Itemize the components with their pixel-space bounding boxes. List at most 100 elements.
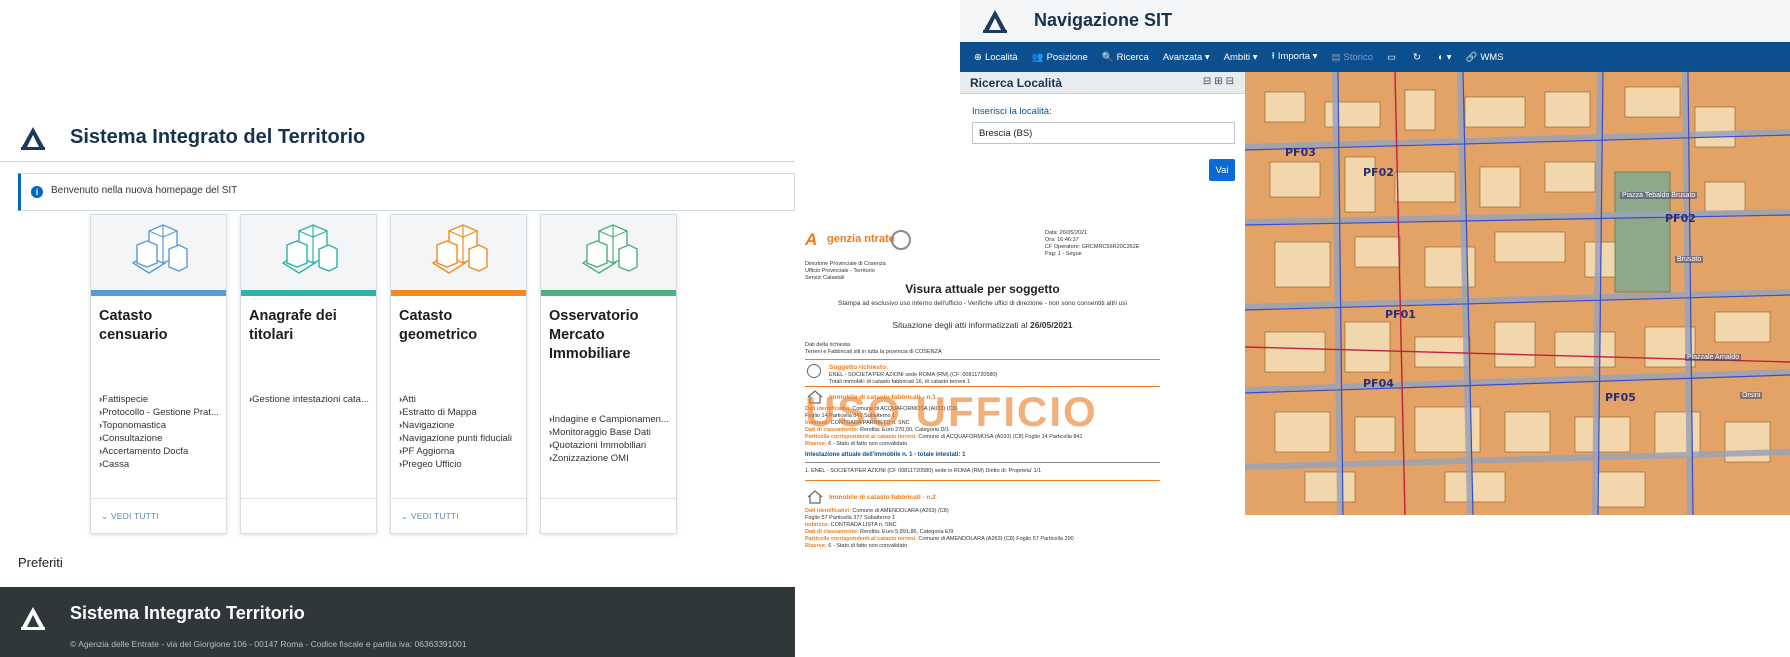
card-color-band (241, 290, 376, 296)
detail-value: CONTRADA LISTA n. SNC (829, 522, 897, 528)
menu-importa[interactable]: ⭱ Importa ▾ (1271, 49, 1317, 65)
menu-wms[interactable]: 🔗 WMS (1465, 52, 1503, 63)
localita-input[interactable] (972, 122, 1235, 144)
menu-monitor[interactable]: ▭ (1387, 52, 1399, 63)
card-catasto-geometrico[interactable]: Catasto geometricoAttiEstratto di MappaN… (390, 214, 527, 534)
panel-window-icons[interactable]: ⊟⊞⊟ (1203, 76, 1237, 87)
map-label-pf03: PF03 (1285, 146, 1316, 159)
detail-key: Dati di classamento: (805, 529, 859, 535)
street-label-piazzale-arnaldo: Piazzale Arnaldo (1685, 354, 1742, 361)
welcome-text: Benvenuto nella nuova homepage del SIT (51, 185, 238, 196)
welcome-alert: i Benvenuto nella nuova homepage del SIT (18, 173, 795, 211)
map-label-pf04: PF04 (1363, 377, 1394, 390)
card-footer: ⌄ VEDI TUTTI (91, 498, 226, 534)
card-link[interactable]: Navigazione (399, 419, 524, 432)
footer-copyright: © Agenzia delle Entrate - via del Giorgi… (70, 639, 467, 649)
nav-header: Navigazione SIT (960, 0, 1790, 42)
situazione-prefix: Situazione degli atti informatizzati al (892, 320, 1030, 330)
meta-data: Data: 26/05/2021 (1045, 230, 1088, 236)
situazione-date: 26/05/2021 (1029, 320, 1073, 330)
card-link[interactable]: Navigazione punti fiduciali (399, 432, 524, 445)
detail-key: Riserve: (805, 441, 827, 447)
people-icon: 👥 (1031, 51, 1044, 63)
card-link[interactable]: Pregeo Ufficio (399, 458, 524, 471)
vedi-tutti-link[interactable]: ⌄ VEDI TUTTI (401, 511, 459, 522)
uso-ufficio-stamp: USO UFFICIO (805, 388, 1098, 435)
card-anagrafe-dei-titolari[interactable]: Anagrafe dei titolari Gestione intestazio… (240, 214, 377, 534)
card-link[interactable]: Monitoraggio Base Dati (549, 426, 674, 439)
dati-line: Terreni e Fabbricati siti in tutta la pr… (805, 349, 942, 355)
detail-value: Foglio 57 Particella 377 Subalterno 1 (805, 515, 896, 521)
card-link[interactable]: Accertamento Docfa (99, 445, 224, 458)
card-title[interactable]: Catasto geometrico (399, 307, 523, 345)
card-title[interactable]: Anagrafe dei titolari (249, 307, 373, 345)
nav-title: Navigazione SIT (1034, 10, 1173, 30)
vedi-tutti-link[interactable]: ⌄ VEDI TUTTI (101, 511, 159, 522)
card-link[interactable]: Toponomastica (99, 419, 224, 432)
map-label-pf02-b: PF02 (1665, 212, 1696, 225)
globe-icon: ⊕ (974, 51, 982, 63)
detail-value: Rendita: Euro 5.891,86, Categoria E/9 (858, 529, 954, 535)
card-link[interactable]: Quotazioni Immobiliari (549, 439, 674, 452)
street-label-brusato: Brusato (1675, 256, 1704, 263)
dati-line: Dati della richiesta (805, 342, 850, 348)
immobile-detail-line: Riserve: 6 - Stato di fatto non convalid… (805, 441, 907, 448)
menu-ambiti[interactable]: Ambiti ▾ (1224, 52, 1258, 63)
card-link[interactable]: Cassa (99, 458, 224, 471)
map-canvas (1245, 72, 1790, 515)
immobile-detail-line: Dati di classamento: Rendita: Euro 5.891… (805, 529, 953, 536)
card-link[interactable]: Gestione intestazioni cata... (249, 393, 374, 406)
soggetto-line: Totali immobili: di catasto fabbricati 1… (829, 379, 970, 385)
logo-word: genzia ntrate (827, 233, 895, 245)
sit-footer: Sistema Integrato Territorio © Agenzia d… (0, 587, 795, 657)
card-link[interactable]: Indagine e Campionamen... (549, 413, 674, 426)
immobile-2-heading: Immobile di catasto fabbricati - n.2 (829, 494, 936, 501)
card-footer (241, 498, 376, 534)
person-icon (807, 364, 821, 378)
card-osservatorio-mercato-immobiliare[interactable]: Osservatorio Mercato Immobiliare Indagine… (540, 214, 677, 534)
card-title[interactable]: Osservatorio Mercato Immobiliare (549, 307, 673, 364)
divider (805, 480, 1160, 481)
menu-ricerca[interactable]: 🔍 Ricerca (1102, 52, 1149, 63)
card-link[interactable]: Protocollo - Gestione Prat... (99, 406, 224, 419)
search-icon: 🔍 (1101, 51, 1114, 63)
refresh-icon: ↻ (1412, 51, 1421, 63)
menu-avanzata[interactable]: Avanzata ▾ (1163, 52, 1210, 63)
history-icon: ▤ (1331, 51, 1341, 63)
detail-key: Dati identificativi: (805, 508, 851, 514)
card-link[interactable]: PF Aggiorna (399, 445, 524, 458)
street-label-orsini: Orsini (1740, 392, 1763, 399)
menu-refresh[interactable]: ↻ (1413, 52, 1424, 63)
card-link[interactable]: Atti (399, 393, 524, 406)
menu-posizione[interactable]: 👥 Posizione (1032, 52, 1088, 63)
direzione-line: Direzione Provinciale di Cosenza (805, 261, 886, 267)
soggetto-line: ENEL - SOCIETA'PER AZIONI sede ROMA (RM)… (829, 372, 998, 378)
card-catasto-censuario[interactable]: Catasto censuario FattispecieProtocollo -… (90, 214, 227, 534)
card-link[interactable]: Zonizzazione OMI (549, 452, 674, 465)
card-link[interactable]: Consultazione (99, 432, 224, 445)
logo-lettering: A (805, 230, 818, 249)
footer-logo-icon (21, 607, 45, 630)
cadastral-map[interactable]: PF03 PF02 PF01 PF02 PF04 PF05 Piazzale A… (1245, 72, 1790, 515)
menu-label: Località (984, 51, 1018, 63)
map-label-pf02-a: PF02 (1363, 166, 1394, 179)
dati-richiesta: Dati della richiesta Terreni e Fabbricat… (805, 342, 942, 356)
buildings-icon (131, 224, 188, 274)
direzione-block: Direzione Provinciale di Cosenza Ufficio… (805, 261, 886, 282)
buildings-icon (431, 224, 488, 274)
localita-label: Inserisci la località: (972, 106, 1052, 117)
buildings-icon (281, 224, 338, 274)
link-icon: 🔗 (1465, 51, 1478, 63)
card-title[interactable]: Catasto censuario (99, 307, 223, 345)
card-link[interactable]: Estratto di Mappa (399, 406, 524, 419)
menu-storico[interactable]: ▤ Storico (1331, 52, 1373, 63)
divider (805, 359, 1160, 360)
immobile-detail-line: Foglio 57 Particella 377 Subalterno 1 (805, 515, 895, 522)
menu-località[interactable]: ⊕ Località (974, 52, 1018, 63)
vai-button[interactable]: Vai (1209, 159, 1235, 181)
page-title: Sistema Integrato del Territorio (70, 126, 366, 148)
menu-dropdown[interactable]: ◐ ▾ (1438, 52, 1452, 63)
card-link[interactable]: Fattispecie (99, 393, 224, 406)
upload-icon: ⭱ (1271, 51, 1275, 62)
divider (805, 462, 1160, 463)
